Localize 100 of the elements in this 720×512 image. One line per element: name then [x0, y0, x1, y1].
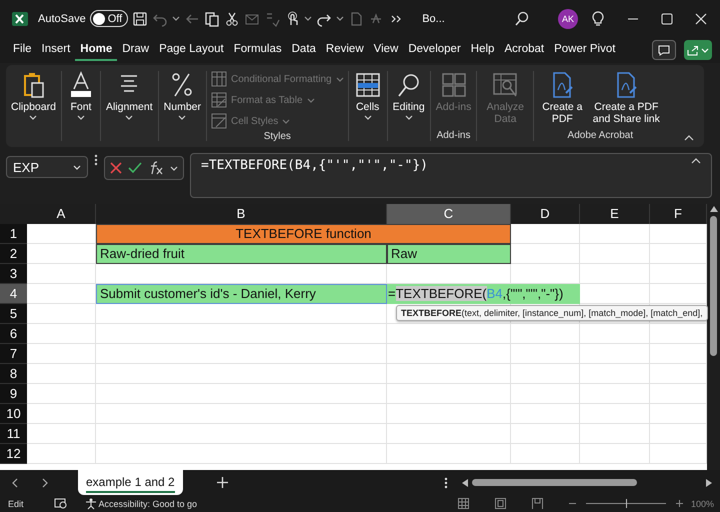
maximize-icon[interactable] [660, 12, 674, 26]
grid-cell[interactable] [511, 444, 580, 464]
grid-cell[interactable] [27, 284, 96, 304]
menu-tab[interactable]: Draw [117, 40, 154, 61]
menu-tab[interactable]: Page Layout [154, 40, 229, 61]
menu-tab[interactable]: Developer [403, 40, 466, 61]
grid-cell[interactable] [27, 364, 96, 384]
ribbon-button[interactable]: Cells [352, 71, 383, 128]
grid-cell[interactable] [580, 324, 650, 344]
macro-record-icon[interactable] [54, 498, 67, 509]
grid-cell[interactable] [511, 344, 580, 364]
grid-cell[interactable] [650, 324, 707, 344]
grid-cell[interactable] [96, 324, 387, 344]
grid-cell[interactable] [387, 344, 511, 364]
column-header[interactable]: A [27, 204, 96, 224]
grid-cell[interactable] [387, 324, 511, 344]
grid-cell[interactable] [387, 424, 511, 444]
scroll-left-icon[interactable] [462, 478, 468, 486]
grid-cell[interactable] [650, 284, 707, 304]
grid-cell[interactable] [650, 404, 707, 424]
scroll-thumb[interactable] [472, 479, 637, 486]
ribbon-button[interactable]: Create a PDF and Share link [590, 71, 662, 128]
grid-cell[interactable] [650, 424, 707, 444]
menu-tab[interactable]: Help [466, 40, 500, 61]
row-header[interactable]: 10 [0, 404, 27, 424]
grid-cell[interactable] [27, 224, 96, 244]
insert-function-icon[interactable] [148, 161, 164, 176]
grid-cell[interactable] [96, 384, 387, 404]
grid-cell[interactable] [511, 324, 580, 344]
row-header[interactable]: 8 [0, 364, 27, 384]
ribbon-button[interactable]: Clipboard [10, 71, 57, 128]
ribbon-button[interactable]: Number [162, 71, 202, 128]
grid-cell[interactable] [650, 384, 707, 404]
grid-cell[interactable] [580, 364, 650, 384]
grid-cell[interactable] [27, 384, 96, 404]
share-button[interactable] [684, 40, 712, 60]
accessibility-status[interactable]: Accessibility: Good to go [98, 498, 198, 508]
comments-button[interactable] [652, 40, 676, 60]
grid-cell[interactable] [96, 444, 387, 464]
grid-cell[interactable] [650, 244, 707, 264]
menu-tab[interactable]: Power Pivot [549, 40, 620, 61]
scissors-icon[interactable] [224, 10, 240, 27]
scroll-right-icon[interactable] [706, 478, 712, 486]
grid-cell[interactable] [96, 364, 387, 384]
grid-cell[interactable] [96, 404, 387, 424]
row-header[interactable]: 1 [0, 224, 27, 244]
row-header[interactable]: 9 [0, 384, 27, 404]
name-box[interactable]: EXP [6, 156, 88, 178]
grid-cell[interactable] [96, 304, 387, 324]
grid-cell[interactable] [511, 244, 580, 264]
grid-cell[interactable] [511, 424, 580, 444]
grid-cell[interactable] [511, 264, 580, 284]
scroll-up-icon[interactable] [710, 206, 718, 212]
grid-cell[interactable] [650, 224, 707, 244]
grid-cell[interactable] [580, 344, 650, 364]
row-header[interactable]: 11 [0, 424, 27, 444]
grid-cell[interactable] [27, 244, 96, 264]
row-header[interactable]: 3 [0, 264, 27, 284]
previous-sheet-icon[interactable] [12, 478, 18, 488]
horizontal-scrollbar[interactable] [462, 478, 712, 486]
grid-cell[interactable] [511, 364, 580, 384]
next-sheet-icon[interactable] [42, 478, 48, 488]
row-header[interactable]: 5 [0, 304, 27, 324]
column-header[interactable]: C [387, 204, 511, 224]
menu-tab[interactable]: File [8, 40, 37, 61]
ribbon-button[interactable]: Alignment [104, 71, 154, 128]
menu-tab[interactable]: Insert [36, 40, 76, 61]
grid-cell[interactable] [511, 224, 580, 244]
grid-cell[interactable] [580, 444, 650, 464]
grid-cell[interactable] [580, 424, 650, 444]
sheet-tab[interactable]: example 1 and 2 [78, 470, 183, 495]
ribbon-button[interactable]: Font [66, 71, 96, 128]
accessibility-icon[interactable] [84, 498, 97, 510]
row-header[interactable]: 2 [0, 244, 27, 264]
page-break-icon[interactable] [532, 498, 543, 509]
search-icon[interactable] [514, 10, 530, 27]
grid-cell[interactable] [27, 404, 96, 424]
grid-cell[interactable] [580, 384, 650, 404]
checkmark-icon[interactable] [128, 162, 142, 174]
grid-cell[interactable] [27, 424, 96, 444]
ribbon-button[interactable]: Create a PDF [538, 71, 586, 128]
grid-cell[interactable] [387, 444, 511, 464]
ribbon-button[interactable]: Editing [392, 71, 426, 128]
collapse-icon[interactable] [691, 158, 701, 164]
normal-view-icon[interactable] [458, 498, 469, 509]
grid-cell[interactable] [650, 264, 707, 284]
grid-cell[interactable] [650, 444, 707, 464]
grid-cell[interactable] [27, 324, 96, 344]
menu-tab[interactable]: Data [286, 40, 321, 61]
copy-icon[interactable] [204, 10, 220, 27]
grid-cell[interactable] [650, 344, 707, 364]
menu-tab[interactable]: Home [75, 40, 118, 61]
autosave-toggle[interactable]: Off [90, 10, 128, 28]
zoom-out-icon[interactable] [568, 500, 576, 507]
zoom-in-icon[interactable] [676, 500, 683, 507]
save-icon[interactable] [132, 10, 148, 27]
grid-cell[interactable] [27, 344, 96, 364]
spreadsheet-logo-icon[interactable] [12, 10, 28, 27]
menu-tab[interactable]: Review [320, 40, 369, 61]
formula-field[interactable]: =TEXTBEFORE(B4,{"'","'","-"}) [190, 153, 712, 198]
